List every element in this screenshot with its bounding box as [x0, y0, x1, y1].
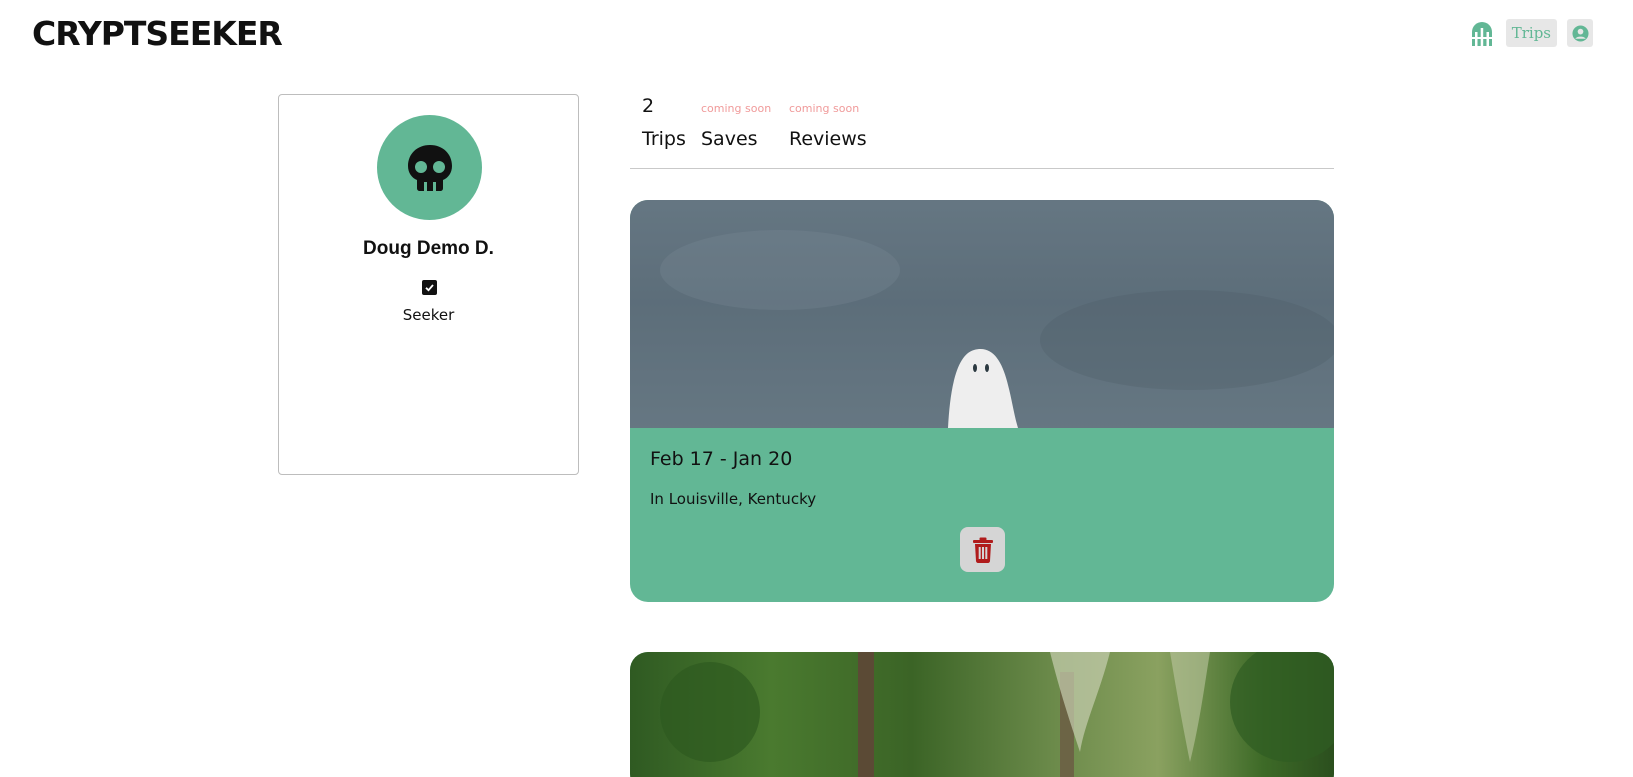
trash-icon: [972, 537, 993, 563]
stat-saves-note: coming soon: [701, 102, 772, 115]
user-circle-icon: [1571, 24, 1589, 42]
site-logo[interactable]: CRYPTSEEKER: [32, 14, 283, 54]
skull-icon: [407, 144, 452, 191]
stat-reviews-note: coming soon: [789, 102, 860, 115]
checkbox-checked-icon: [422, 280, 437, 295]
stat-trips[interactable]: 2 Trips: [642, 94, 686, 150]
stat-saves-label: Saves: [701, 128, 758, 150]
trip-location: In Louisville, Kentucky: [650, 490, 817, 508]
stat-trips-value: 2: [642, 95, 655, 117]
ghost-sheet-photo: [630, 200, 1334, 428]
trip-card[interactable]: Feb 17 - Jan 20 In Louisville, Kentucky: [630, 200, 1334, 602]
nav-trips-link[interactable]: Trips: [1505, 19, 1557, 47]
stat-trips-label: Trips: [642, 128, 686, 150]
top-nav: Trips: [1468, 19, 1593, 47]
trip-card[interactable]: [630, 652, 1334, 777]
profile-menu-button[interactable]: [1567, 19, 1593, 47]
avatar: [377, 115, 482, 220]
profile-card: Doug Demo D. Seeker: [278, 94, 579, 475]
trip-dates: Feb 17 - Jan 20: [650, 448, 793, 470]
stat-reviews: coming soon Reviews: [789, 94, 867, 150]
stat-reviews-label: Reviews: [789, 128, 867, 150]
profile-role: Seeker: [402, 306, 455, 324]
profile-name: Doug Demo D.: [363, 238, 494, 259]
trip-details: Feb 17 - Jan 20 In Louisville, Kentucky: [630, 428, 1334, 508]
delete-trip-button[interactable]: [960, 527, 1005, 572]
profile-stats: 2 Trips coming soon Saves coming soon Re…: [630, 94, 1334, 169]
crypt-gate-icon[interactable]: [1468, 19, 1496, 47]
forest-moss-photo: [630, 652, 1334, 777]
stat-saves: coming soon Saves: [701, 94, 771, 150]
